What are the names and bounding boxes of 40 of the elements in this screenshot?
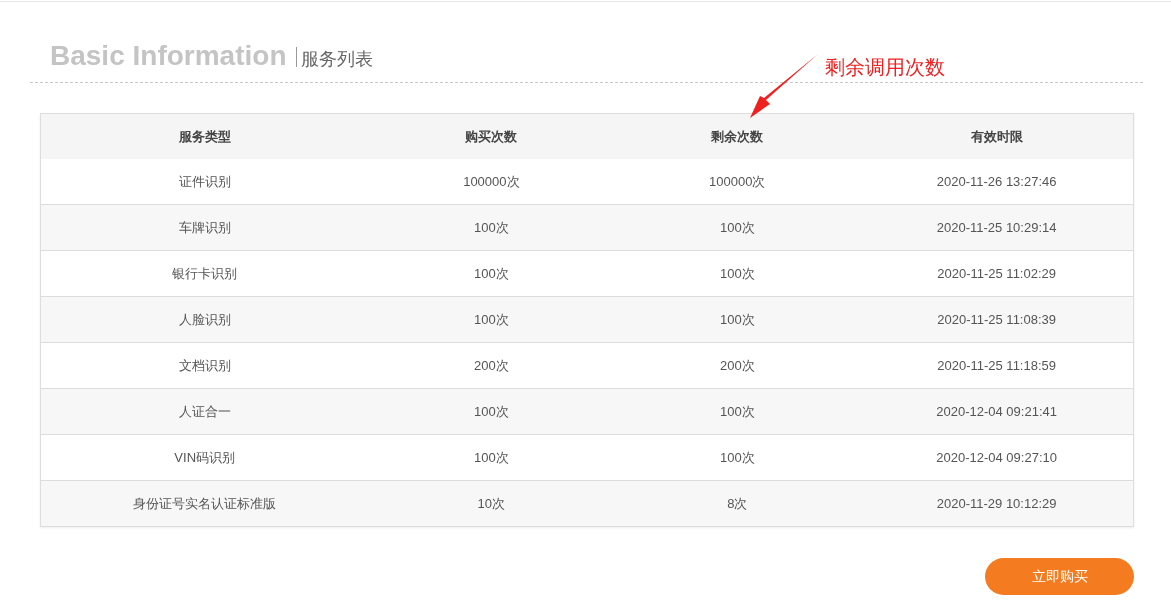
table-cell: 银行卡识别 bbox=[40, 250, 369, 297]
table-cell: 证件识别 bbox=[40, 159, 369, 205]
column-header: 服务类型 bbox=[40, 113, 369, 159]
table-cell: 100次 bbox=[368, 296, 615, 343]
table-cell: 文档识别 bbox=[40, 342, 369, 389]
table-cell: 100000次 bbox=[614, 159, 861, 205]
table-cell: 100次 bbox=[614, 250, 861, 297]
table-cell: 2020-11-25 10:29:14 bbox=[860, 204, 1134, 251]
table-cell: 100次 bbox=[614, 434, 861, 481]
buy-now-button[interactable]: 立即购买 bbox=[985, 558, 1134, 595]
table-cell: 100次 bbox=[368, 250, 615, 297]
table-cell: 2020-11-25 11:08:39 bbox=[860, 296, 1134, 343]
table-cell: 2020-12-04 09:21:41 bbox=[860, 388, 1134, 435]
table-cell: 100次 bbox=[368, 434, 615, 481]
table-cell: 100次 bbox=[368, 388, 615, 435]
column-header: 购买次数 bbox=[368, 113, 615, 159]
table-cell: 2020-11-29 10:12:29 bbox=[860, 480, 1134, 527]
page-subtitle: 服务列表 bbox=[301, 49, 374, 69]
table-cell: 2020-12-04 09:27:10 bbox=[860, 434, 1134, 481]
table-cell: 2020-11-26 13:27:46 bbox=[860, 159, 1134, 205]
table-cell: 200次 bbox=[614, 342, 861, 389]
table-cell: VIN码识别 bbox=[40, 434, 369, 481]
table-cell: 车牌识别 bbox=[40, 204, 369, 251]
table-cell: 100次 bbox=[614, 296, 861, 343]
table-cell: 10次 bbox=[368, 480, 615, 527]
table-cell: 100次 bbox=[614, 204, 861, 251]
table-cell: 身份证号实名认证标准版 bbox=[40, 480, 369, 527]
page-title: Basic Information bbox=[50, 40, 287, 71]
column-header: 有效时限 bbox=[860, 113, 1134, 159]
table-cell: 200次 bbox=[368, 342, 615, 389]
column-header: 剩余次数 bbox=[614, 113, 861, 159]
table-cell: 100次 bbox=[614, 388, 861, 435]
table-cell: 100000次 bbox=[368, 159, 615, 205]
table-cell: 8次 bbox=[614, 480, 861, 527]
table-cell: 人证合一 bbox=[40, 388, 369, 435]
annotation-label: 剩余调用次数 bbox=[825, 55, 945, 80]
table-cell: 2020-11-25 11:02:29 bbox=[860, 250, 1134, 297]
table-cell: 100次 bbox=[368, 204, 615, 251]
table-cell: 2020-11-25 11:18:59 bbox=[860, 342, 1134, 389]
table-cell: 人脸识别 bbox=[40, 296, 369, 343]
